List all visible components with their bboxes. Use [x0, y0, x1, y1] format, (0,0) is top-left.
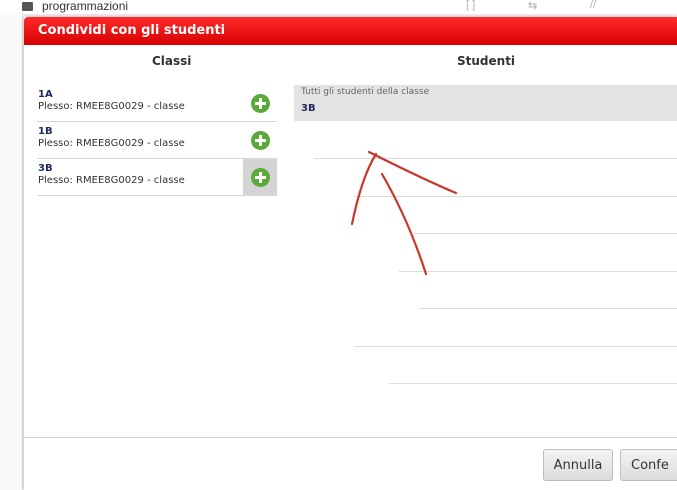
student-row-divider [314, 158, 677, 159]
student-row-divider [414, 233, 677, 234]
class-name: 3B [38, 163, 53, 174]
class-detail: Plesso: RMEE8G0029 - classe [38, 138, 185, 149]
class-item-3b[interactable]: 3B Plesso: RMEE8G0029 - classe [37, 159, 277, 196]
background-toolbar-glyph: // [590, 0, 597, 11]
class-detail: Plesso: RMEE8G0029 - classe [38, 101, 185, 112]
class-name: 1B [38, 126, 53, 137]
plus-circle-icon [250, 167, 270, 187]
folder-icon [22, 2, 33, 11]
student-row-divider [419, 308, 677, 309]
dialog-title: Condividi con gli studenti [38, 23, 226, 38]
add-class-button[interactable] [243, 122, 277, 158]
students-class-name: 3B [301, 103, 316, 114]
background-toolbar-glyph: ⇆ [528, 0, 538, 12]
share-dialog: Condividi con gli studenti Classi Studen… [24, 17, 677, 490]
add-class-button[interactable] [243, 159, 277, 195]
students-column-header: Studenti [457, 54, 516, 68]
background-nav-label: programmazioni [42, 0, 129, 13]
dialog-header: Condividi con gli studenti [24, 17, 677, 45]
class-name: 1A [38, 89, 53, 100]
students-all-class-item[interactable]: Tutti gli studenti della classe 3B [294, 85, 677, 121]
dialog-footer-divider [24, 437, 677, 438]
classes-column-header: Classi [152, 54, 192, 68]
class-detail: Plesso: RMEE8G0029 - classe [38, 175, 185, 186]
plus-circle-icon [250, 130, 270, 150]
student-row-divider [399, 271, 677, 272]
student-row-divider [389, 383, 677, 384]
background-topbar: programmazioni [ ] ⇆ // [0, 0, 677, 14]
add-class-button[interactable] [243, 85, 277, 121]
background-toolbar-glyph: [ ] [466, 0, 476, 11]
students-caption: Tutti gli studenti della classe [301, 87, 430, 97]
class-item-1a[interactable]: 1A Plesso: RMEE8G0029 - classe [37, 85, 277, 122]
confirm-button[interactable]: Confe [620, 449, 677, 481]
student-row-divider [354, 346, 677, 347]
student-row-divider [354, 196, 677, 197]
plus-circle-icon [250, 93, 270, 113]
background-left-edge [0, 12, 23, 490]
cancel-button[interactable]: Annulla [543, 449, 613, 481]
class-item-1b[interactable]: 1B Plesso: RMEE8G0029 - classe [37, 122, 277, 159]
